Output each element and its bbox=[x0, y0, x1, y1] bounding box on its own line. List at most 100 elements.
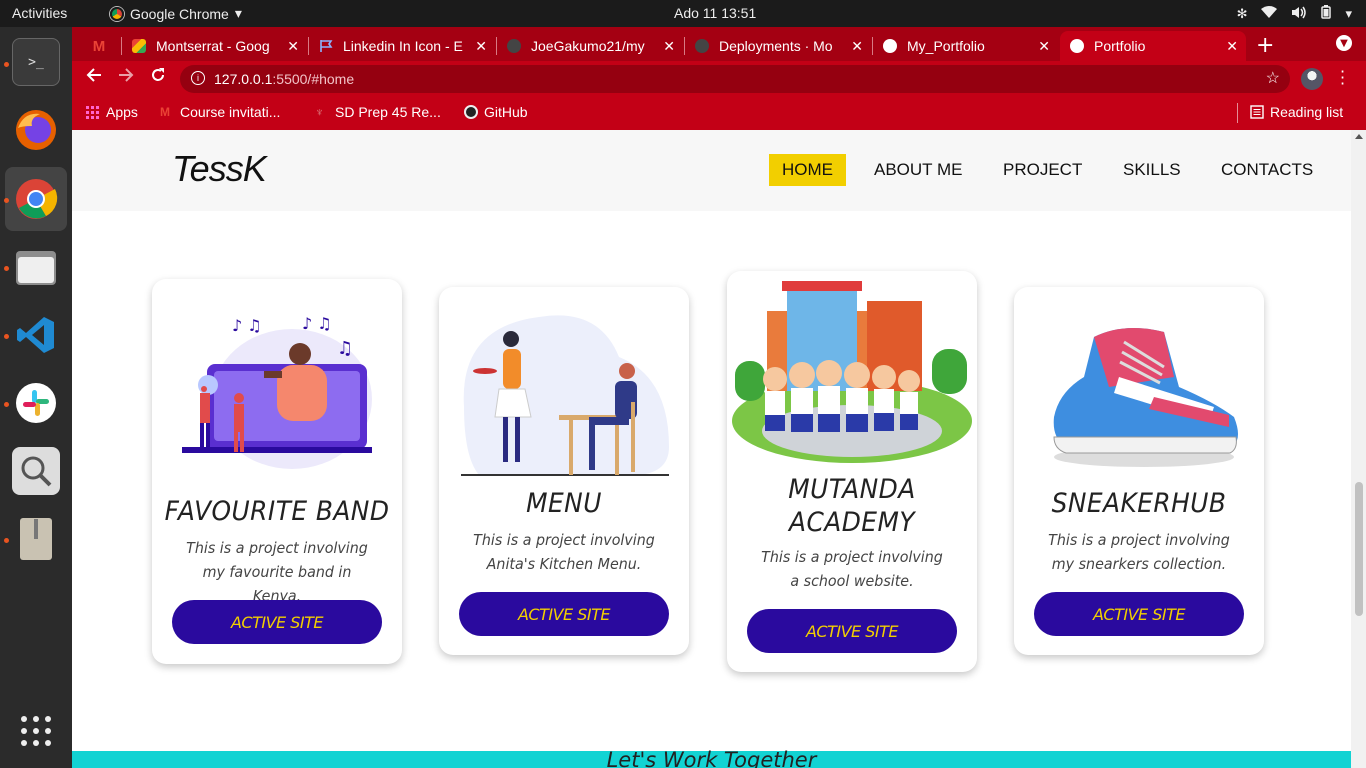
firefox-icon[interactable] bbox=[12, 106, 60, 154]
svg-text:♪ ♫: ♪ ♫ bbox=[302, 314, 332, 333]
bookmark-apps[interactable]: Apps bbox=[86, 104, 138, 120]
nav-contacts[interactable]: CONTACTS bbox=[1208, 154, 1326, 186]
gmail-icon: M bbox=[160, 105, 170, 119]
card-title: SNEAKERHUB bbox=[1051, 488, 1227, 519]
tab-title: Linkedin In Icon - E bbox=[343, 38, 463, 54]
dock: >_ bbox=[0, 27, 72, 768]
project-card-sneakerhub: SNEAKERHUB This is a project involving m… bbox=[1014, 287, 1264, 655]
band-illustration: ♪ ♫ ♪ ♫ ♫ bbox=[152, 309, 402, 479]
card-description: This is a project involving my snearkers… bbox=[1048, 531, 1230, 573]
forward-icon[interactable] bbox=[118, 67, 134, 88]
close-icon[interactable]: ✕ bbox=[475, 38, 487, 55]
power-menu-icon[interactable]: ▾ bbox=[1345, 6, 1352, 22]
magnifier-icon[interactable] bbox=[12, 447, 60, 495]
running-indicator bbox=[4, 266, 9, 271]
active-site-button[interactable]: ACTIVE SITE bbox=[172, 600, 382, 644]
github-icon bbox=[695, 39, 709, 53]
tab-title: Deployments · Mo bbox=[719, 38, 833, 54]
globe-icon bbox=[883, 39, 897, 53]
flag-icon bbox=[319, 39, 333, 53]
app-name: Google Chrome bbox=[130, 5, 229, 22]
tab-deployments[interactable]: Deployments · Mo ✕ bbox=[685, 31, 871, 61]
files-icon[interactable] bbox=[12, 243, 60, 291]
bookmark-label: Apps bbox=[106, 104, 138, 120]
activities-button[interactable]: Activities bbox=[12, 5, 67, 21]
running-indicator bbox=[4, 402, 9, 407]
tab-my-portfolio[interactable]: My_Portfolio ✕ bbox=[873, 31, 1058, 61]
scroll-up-arrow-icon[interactable] bbox=[1355, 134, 1363, 139]
app-menu[interactable]: Google Chrome ▾ bbox=[110, 5, 242, 22]
nav-about-me[interactable]: ABOUT ME bbox=[861, 154, 975, 186]
close-icon[interactable]: ✕ bbox=[663, 38, 675, 55]
site-info-icon[interactable]: i bbox=[191, 71, 205, 85]
tab-title: Portfolio bbox=[1094, 38, 1146, 54]
tab-montserrat[interactable]: Montserrat - Goog ✕ bbox=[122, 31, 307, 61]
archive-icon[interactable] bbox=[12, 515, 60, 563]
show-apps-icon[interactable] bbox=[12, 707, 60, 755]
reading-list[interactable]: Reading list bbox=[1250, 104, 1343, 120]
profile-avatar[interactable] bbox=[1301, 68, 1323, 90]
tab-gmail[interactable]: M bbox=[82, 31, 120, 61]
close-icon[interactable]: ✕ bbox=[1226, 38, 1238, 55]
chrome-icon[interactable] bbox=[12, 175, 60, 223]
tab-github-repo[interactable]: JoeGakumo21/my ✕ bbox=[497, 31, 683, 61]
card-description: This is a project involving my favourite… bbox=[186, 539, 368, 605]
tab-title: Montserrat - Goog bbox=[156, 38, 270, 54]
card-title: FAVOURITE BAND bbox=[164, 496, 390, 527]
nav-project[interactable]: PROJECT bbox=[990, 154, 1095, 186]
terminal-icon[interactable]: >_ bbox=[12, 38, 60, 86]
bookmark-github[interactable]: GitHub bbox=[464, 104, 528, 120]
url-path: :5500/#home bbox=[272, 71, 355, 87]
close-icon[interactable]: ✕ bbox=[1038, 38, 1050, 55]
tab-portfolio[interactable]: Portfolio ✕ bbox=[1060, 31, 1246, 61]
active-site-button[interactable]: ACTIVE SITE bbox=[1034, 592, 1244, 636]
apps-grid-icon bbox=[86, 105, 100, 119]
chrome-window: M Montserrat - Goog ✕ Linkedin In Icon -… bbox=[72, 27, 1366, 768]
system-tray[interactable]: ✻ ▾ bbox=[1237, 5, 1352, 22]
gmail-icon: M bbox=[92, 37, 106, 55]
card-title: MENU bbox=[526, 488, 602, 519]
svg-text:♫: ♫ bbox=[337, 338, 353, 359]
nav-skills[interactable]: SKILLS bbox=[1110, 154, 1194, 186]
active-site-button[interactable]: ACTIVE SITE bbox=[459, 592, 669, 636]
close-icon[interactable]: ✕ bbox=[851, 38, 863, 55]
site-header: TessK HOME ABOUT ME PROJECT SKILLS CONTA… bbox=[72, 130, 1351, 211]
battery-icon bbox=[1321, 5, 1332, 22]
github-icon bbox=[464, 105, 478, 119]
clock[interactable]: Ado 11 13:51 bbox=[674, 5, 756, 21]
wifi-icon bbox=[1261, 5, 1278, 22]
reload-icon[interactable] bbox=[150, 67, 166, 88]
footer-heading: Let's Work Together bbox=[606, 748, 817, 768]
url-host: 127.0.0.1 bbox=[214, 71, 273, 87]
site-logo[interactable]: TessK bbox=[172, 148, 267, 190]
bookmarks-bar: Apps M Course invitati... ♆ SD Prep 45 R… bbox=[72, 97, 1366, 130]
school-illustration bbox=[727, 271, 977, 466]
tab-title: My_Portfolio bbox=[907, 38, 985, 54]
tab-search-icon[interactable]: ▼ bbox=[1336, 35, 1352, 51]
bookmark-star-icon[interactable]: ☆ bbox=[1266, 68, 1280, 88]
vscode-icon[interactable] bbox=[12, 311, 60, 359]
tab-strip: M Montserrat - Goog ✕ Linkedin In Icon -… bbox=[72, 27, 1366, 61]
active-site-button[interactable]: ACTIVE SITE bbox=[747, 609, 957, 653]
bookmark-label: SD Prep 45 Re... bbox=[335, 104, 441, 120]
menu-kebab-icon[interactable]: · · · bbox=[1340, 64, 1345, 92]
slack-tray-icon[interactable]: ✻ bbox=[1237, 6, 1248, 22]
address-bar[interactable]: i 127.0.0.1:5500/#home ☆ bbox=[180, 65, 1290, 93]
svg-text:♪ ♫: ♪ ♫ bbox=[232, 316, 262, 335]
project-card-mutanda-academy: MUTANDA ACADEMY This is a project involv… bbox=[727, 271, 977, 672]
nav-home[interactable]: HOME bbox=[769, 154, 846, 186]
tab-linkedin-icon[interactable]: Linkedin In Icon - E ✕ bbox=[309, 31, 495, 61]
project-card-menu: MENU This is a project involving Anita's… bbox=[439, 287, 689, 655]
contact-band: Let's Work Together bbox=[72, 748, 1351, 768]
close-icon[interactable]: ✕ bbox=[287, 38, 299, 55]
page-scrollbar[interactable] bbox=[1351, 130, 1366, 768]
bookmark-course-invitation[interactable]: M Course invitati... bbox=[160, 104, 280, 120]
scrollbar-thumb[interactable] bbox=[1355, 482, 1363, 616]
google-fonts-icon bbox=[132, 39, 146, 53]
running-indicator bbox=[4, 334, 9, 339]
back-icon[interactable] bbox=[86, 67, 102, 88]
slack-icon[interactable] bbox=[12, 379, 60, 427]
bookmark-sd-prep[interactable]: ♆ SD Prep 45 Re... bbox=[315, 104, 441, 120]
new-tab-icon[interactable]: + bbox=[1256, 33, 1274, 58]
card-description: This is a project involving a school web… bbox=[761, 548, 943, 590]
